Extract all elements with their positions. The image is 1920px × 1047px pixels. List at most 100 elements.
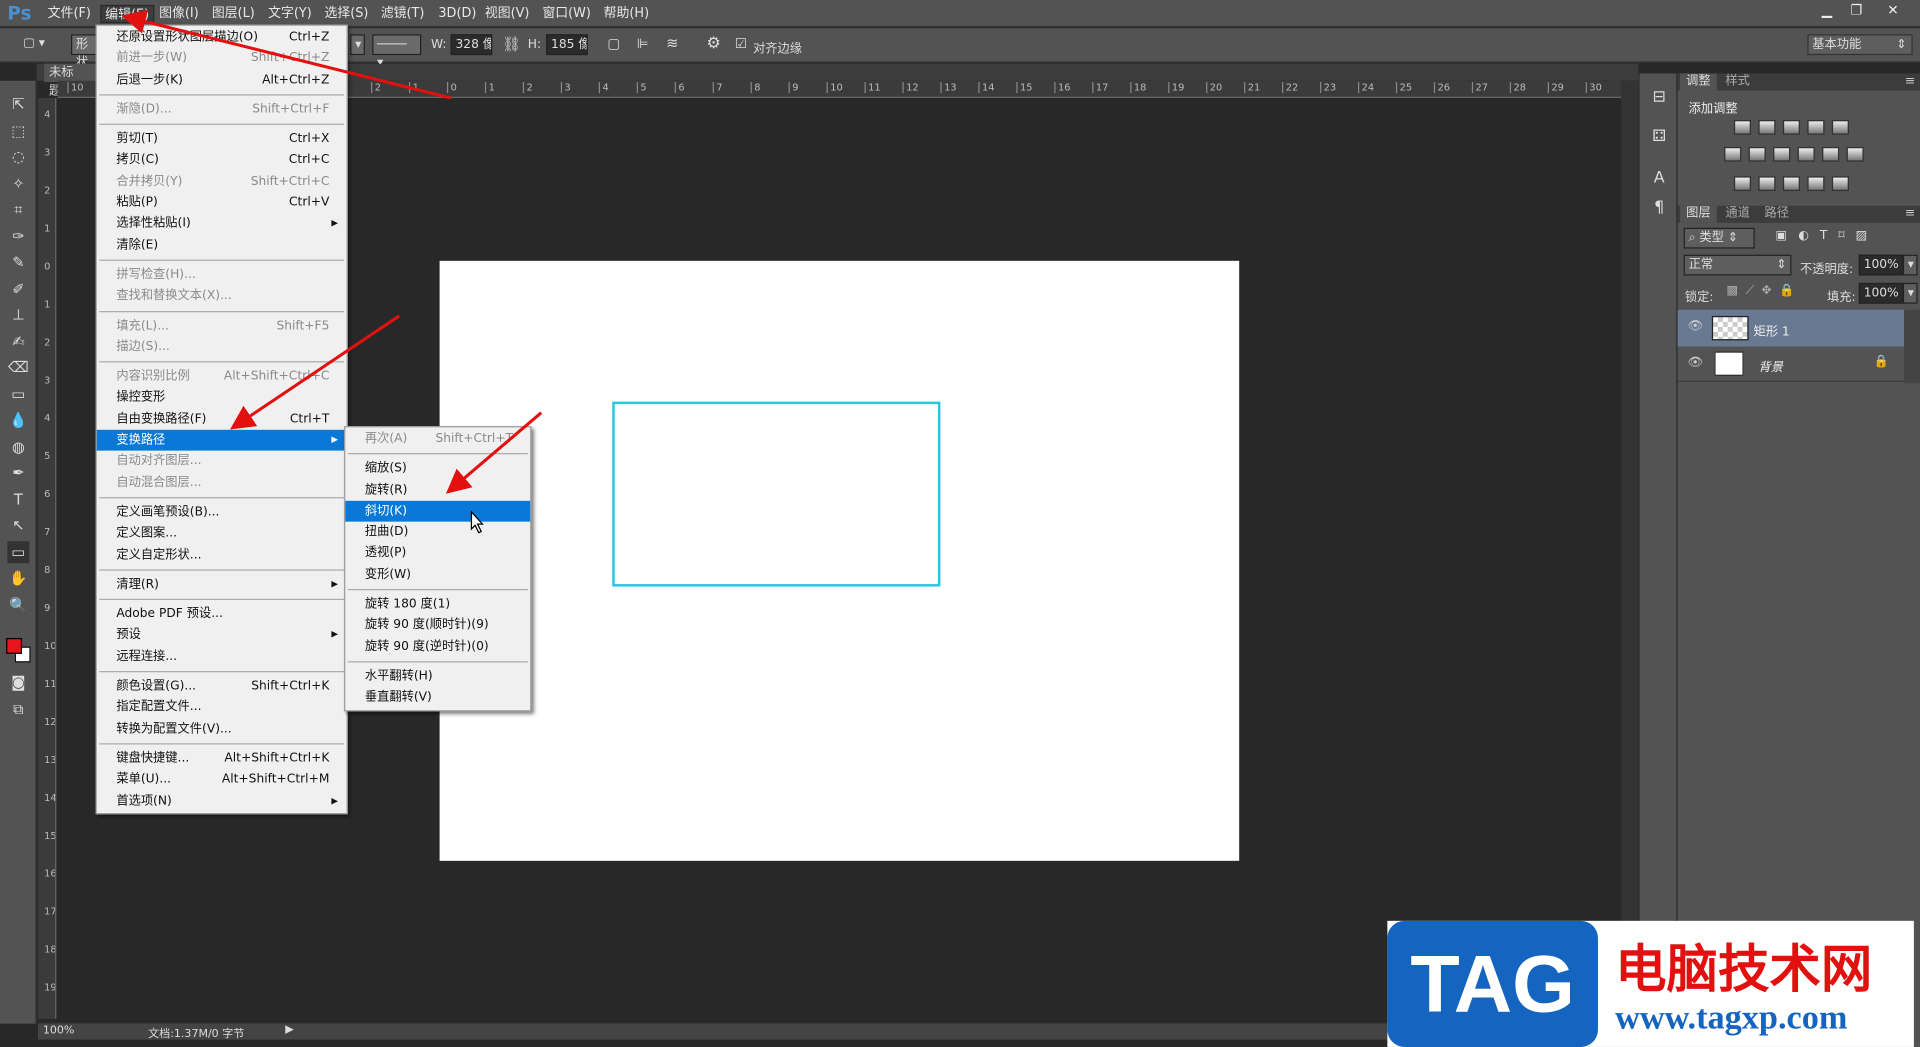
blend-mode-select[interactable]: 正常 ⇕ <box>1683 254 1792 276</box>
tab-channels[interactable]: 通道 <box>1719 206 1756 223</box>
dodge-tool-icon[interactable]: ◍ <box>7 435 29 457</box>
menu-4[interactable]: 文字(Y) <box>264 5 315 23</box>
menu-item[interactable]: 旋转 90 度(逆时针)(0) <box>345 636 530 657</box>
status-menu-arrow[interactable]: ▶ <box>285 1024 293 1036</box>
menu-6[interactable]: 滤镜(T) <box>377 5 428 23</box>
menu-item[interactable]: 转换为配置文件(V)... <box>97 718 347 739</box>
adjustment-icon[interactable] <box>1822 146 1840 162</box>
tool-preset-picker[interactable]: ▢ ▾ <box>19 34 57 56</box>
rectangle-tool-icon[interactable]: ▭ <box>7 540 30 563</box>
menu-item[interactable]: 键盘快捷键... Alt+Shift+Ctrl+K <box>97 748 347 769</box>
layer-filter-icons[interactable]: ▣◐T⌑▨ <box>1776 229 1879 242</box>
menu-item[interactable]: 旋转(R) <box>345 480 530 501</box>
menu-item[interactable]: 还原设置形状图层描边(O) Ctrl+Z <box>97 27 347 48</box>
menu-item[interactable]: 拷贝(C) Ctrl+C <box>97 150 347 171</box>
gear-icon[interactable]: ⚙ <box>707 34 721 52</box>
layers-scrollbar[interactable] <box>1904 309 1920 384</box>
menu-item[interactable]: 缩放(S) <box>345 458 530 479</box>
zoom-level[interactable]: 100% <box>43 1025 75 1037</box>
lasso-tool-icon[interactable]: ◌ <box>7 146 29 168</box>
menu-item[interactable]: 旋转 90 度(顺时针)(9) <box>345 615 530 636</box>
crop-tool-icon[interactable]: ⌗ <box>7 198 29 220</box>
menu-1[interactable]: 编辑(E) <box>100 4 155 24</box>
adjustment-icon[interactable] <box>1773 146 1791 162</box>
eye-icon[interactable]: 👁 <box>1687 320 1703 333</box>
hand-tool-icon[interactable]: ✋ <box>7 567 29 589</box>
minimize-button[interactable]: ▁ <box>1815 2 1839 19</box>
character-icon[interactable]: A <box>1648 169 1670 191</box>
quick-select-tool-icon[interactable]: ✧ <box>7 172 29 194</box>
menu-item[interactable]: 清理(R) ▶ <box>97 574 347 595</box>
adjustment-icon[interactable] <box>1831 120 1849 135</box>
menu-item[interactable]: 剪切(T) Ctrl+X <box>97 129 347 150</box>
menu-item[interactable]: 粘贴(P) Ctrl+V <box>97 192 347 213</box>
menu-item[interactable]: 选择性粘贴(I) ▶ <box>97 214 347 235</box>
move-tool-icon[interactable]: ⇱ <box>7 93 29 115</box>
menu-2[interactable]: 图像(I) <box>156 5 203 23</box>
menu-item[interactable]: 水平翻转(H) <box>345 666 530 687</box>
tab-paths[interactable]: 路径 <box>1758 206 1795 223</box>
menu-0[interactable]: 文件(F) <box>44 5 94 23</box>
pen-tool-icon[interactable]: ✒ <box>7 462 29 484</box>
menu-item[interactable]: 菜单(U)... Alt+Shift+Ctrl+M <box>97 769 347 790</box>
layers-menu-icon[interactable]: ≡ <box>1905 207 1915 220</box>
adjustment-icon[interactable] <box>1797 146 1815 162</box>
menu-10[interactable]: 帮助(H) <box>600 5 653 23</box>
menu-item[interactable]: 定义画笔预设(B)... <box>97 502 347 523</box>
vertical-scrollbar[interactable] <box>1621 80 1639 1024</box>
align-edges-checkbox[interactable]: ☑ <box>735 36 747 52</box>
menu-item[interactable]: 颜色设置(G)... Shift+Ctrl+K <box>97 676 347 697</box>
menu-item[interactable]: 首选项(N) ▶ <box>97 790 347 811</box>
height-input[interactable]: 185 像素 <box>546 34 588 56</box>
menu-item[interactable]: 扭曲(D) <box>345 522 530 543</box>
history-brush-tool-icon[interactable]: ✍ <box>7 330 29 352</box>
foreground-color-swatch[interactable] <box>6 637 23 654</box>
menu-item[interactable]: 旋转 180 度(1) <box>345 594 530 615</box>
lock-icons[interactable]: ▩⟋✥🔒 <box>1727 284 1802 297</box>
menu-item[interactable]: 变换路径 ▶ <box>96 429 347 452</box>
menu-item[interactable]: 远程连接... <box>97 646 347 667</box>
eyedropper-tool-icon[interactable]: ✑ <box>7 225 29 247</box>
menu-item[interactable]: 清除(E) <box>97 235 347 256</box>
adjustment-icon[interactable] <box>1807 176 1825 192</box>
properties-icon[interactable]: ⚃ <box>1648 127 1670 149</box>
menu-item[interactable]: 斜切(K) <box>345 500 531 522</box>
layer-filter-select[interactable]: ⌕ 类型 ⇕ <box>1683 227 1755 249</box>
history-icon[interactable]: ⊟ <box>1648 88 1670 110</box>
menu-item[interactable]: 垂直翻转(V) <box>345 687 530 708</box>
eraser-tool-icon[interactable]: ⌫ <box>7 356 29 378</box>
menu-item[interactable]: 定义自定形状... <box>97 544 347 565</box>
rectangle-path[interactable] <box>612 401 941 587</box>
blur-tool-icon[interactable]: 💧 <box>7 409 29 431</box>
adjustment-icon[interactable] <box>1807 120 1825 135</box>
menu-8[interactable]: 视图(V) <box>481 5 533 23</box>
stamp-tool-icon[interactable]: ⊥ <box>7 304 29 326</box>
path-select-tool-icon[interactable]: ↖ <box>7 514 29 536</box>
gradient-tool-icon[interactable]: ▭ <box>7 383 29 405</box>
path-arrangement-icon[interactable]: ≋ <box>666 34 678 51</box>
adjustment-icon[interactable] <box>1782 176 1801 192</box>
quick-mask-icon[interactable]: ◙ <box>7 671 29 693</box>
menu-item[interactable]: 后退一步(K) Alt+Ctrl+Z <box>97 69 347 90</box>
document-tab[interactable]: 未标题-1 <box>44 63 96 98</box>
adjustment-icon[interactable] <box>1831 176 1849 192</box>
adjustment-icon[interactable] <box>1758 176 1776 192</box>
tab-styles[interactable]: 样式 <box>1719 73 1756 90</box>
layer-row-background[interactable]: 👁 背景 🔒 <box>1677 348 1905 383</box>
restore-button[interactable]: ❐ <box>1844 2 1868 19</box>
stroke-type-select[interactable]: ──── ▾ <box>372 34 422 70</box>
tab-layers[interactable]: 图层 <box>1680 205 1717 223</box>
menu-item[interactable]: 指定配置文件... <box>97 697 347 718</box>
menu-item[interactable]: 透视(P) <box>345 543 530 564</box>
screen-mode-icon[interactable]: ⧉ <box>7 698 29 720</box>
healing-tool-icon[interactable]: ✎ <box>7 251 29 273</box>
adjustment-icon[interactable] <box>1733 176 1752 192</box>
panel-menu-icon[interactable]: ≡ <box>1905 75 1915 88</box>
menu-item[interactable]: 预设 ▶ <box>97 625 347 646</box>
menu-9[interactable]: 窗口(W) <box>539 5 595 23</box>
menu-item[interactable]: 操控变形 <box>97 387 347 408</box>
menu-item[interactable]: Adobe PDF 预设... <box>97 604 347 625</box>
paragraph-icon[interactable]: ¶ <box>1648 198 1670 220</box>
adjustment-icon[interactable] <box>1758 120 1776 135</box>
width-input[interactable]: 328 像素 <box>450 34 493 56</box>
